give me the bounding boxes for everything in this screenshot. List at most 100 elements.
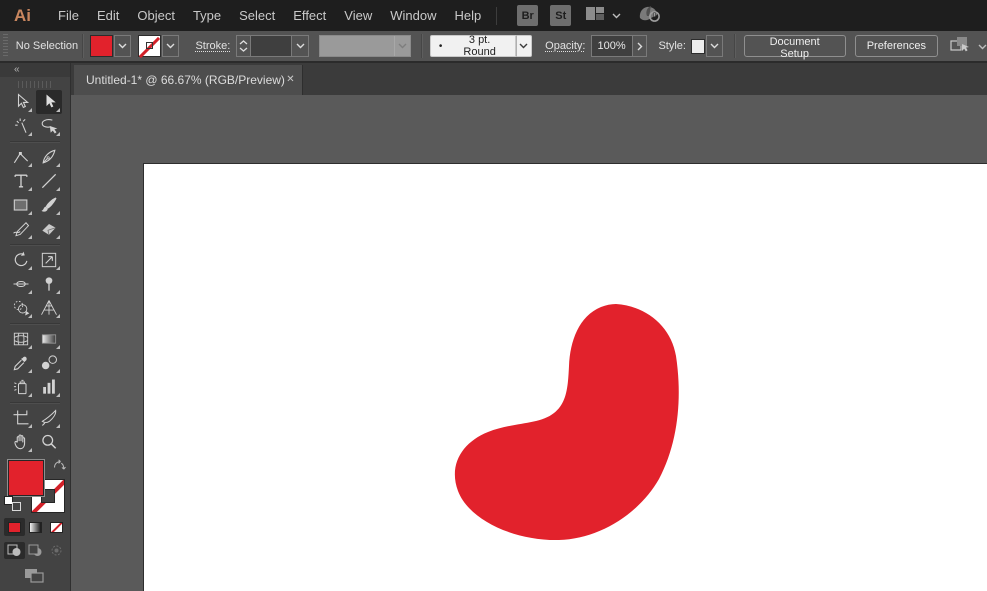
brush-definition-chevron[interactable] [516,35,532,57]
stock-button[interactable]: St [550,5,571,26]
magic-wand-tool[interactable] [8,114,34,138]
close-icon[interactable]: ✕ [285,72,296,88]
shape-builder-tool[interactable] [8,296,34,320]
eraser-tool[interactable] [36,217,62,241]
swap-fill-stroke-icon[interactable] [52,459,67,477]
draw-behind-button[interactable] [25,542,46,559]
opacity-label[interactable]: Opacity: [545,40,585,52]
puppet-warp-tool[interactable] [36,272,62,296]
tools-panel-grip[interactable] [18,81,52,88]
rotate-tool[interactable] [8,248,34,272]
draw-normal-button[interactable] [4,542,25,559]
arrange-panel-control[interactable] [950,36,987,57]
stroke-color-swatch[interactable] [138,35,161,57]
preferences-button[interactable]: Preferences [855,35,938,57]
hand-tool[interactable] [8,430,34,454]
tool-separator [10,323,60,324]
bridge-button[interactable]: Br [517,5,538,26]
stroke-weight-label[interactable]: Stroke: [195,40,230,52]
document-tab-bar: Untitled-1* @ 66.67% (RGB/Preview) ✕ [71,63,987,95]
style-label: Style: [658,40,686,52]
lasso-tool[interactable] [36,114,62,138]
chevron-down-icon [394,36,410,56]
column-graph-tool[interactable] [36,375,62,399]
menu-object[interactable]: Object [128,2,184,29]
draw-inside-button[interactable] [46,542,67,559]
fill-color-swatch[interactable] [90,35,113,57]
brush-preview-dot: • [439,41,443,52]
stroke-weight-stepper[interactable] [237,36,250,56]
gradient-tool[interactable] [36,327,62,351]
fill-color-control [90,35,131,57]
menu-effect[interactable]: Effect [284,2,335,29]
illustrator-window: Ai File Edit Object Type Select Effect V… [0,0,987,591]
menu-view[interactable]: View [335,2,381,29]
paint-mode-buttons [0,518,70,536]
stroke-weight-dropdown[interactable] [292,36,308,56]
symbol-sprayer-tool[interactable] [8,375,34,399]
line-segment-tool[interactable] [36,169,62,193]
blend-tool[interactable] [36,351,62,375]
brush-definition-value: 3 pt. Round [452,34,506,58]
menu-window[interactable]: Window [381,2,445,29]
graphic-style-dropdown[interactable] [706,35,722,57]
menu-type[interactable]: Type [184,2,230,29]
curvature-tool[interactable] [8,145,34,169]
collapse-panel-icon[interactable]: « [14,64,20,76]
stroke-weight-field[interactable] [250,36,292,56]
artboard-tool[interactable] [8,406,34,430]
sync-status[interactable] [637,3,663,28]
menu-select[interactable]: Select [230,2,284,29]
blob-shape[interactable] [455,304,679,540]
control-bar: No Selection Stroke: [0,31,987,63]
tool-separator [10,402,60,403]
fill-color-dropdown[interactable] [114,35,131,57]
document-tab-title: Untitled-1* @ 66.67% (RGB/Preview) [86,73,285,87]
artboard[interactable] [143,163,987,591]
none-button[interactable] [46,518,67,536]
width-tool[interactable] [8,272,34,296]
slice-tool[interactable] [36,406,62,430]
scale-tool[interactable] [36,248,62,272]
pencil-tool[interactable] [8,217,34,241]
canvas-area[interactable] [71,95,987,591]
tools-panel-header: « [0,63,70,77]
menu-file[interactable]: File [49,2,88,29]
paintbrush-tool[interactable] [36,193,62,217]
document-setup-button[interactable]: Document Setup [744,35,846,57]
stroke-color-dropdown[interactable] [162,35,179,57]
direct-selection-tool[interactable] [8,90,34,114]
fill-stroke-indicator [0,458,70,514]
pen-tool[interactable] [36,145,62,169]
stroke-color-control [138,35,179,57]
divider [734,34,735,58]
control-bar-grip[interactable] [3,34,8,58]
menu-help[interactable]: Help [445,2,490,29]
brush-definition-dropdown[interactable]: • 3 pt. Round [430,35,516,57]
sync-icon [637,3,663,28]
drawing-mode-buttons [0,542,70,559]
rectangle-tool[interactable] [8,193,34,217]
arrange-documents-icon [950,36,972,57]
mesh-tool[interactable] [8,327,34,351]
eyedropper-tool[interactable] [8,351,34,375]
opacity-expand-button[interactable] [633,35,647,57]
color-button[interactable] [4,518,25,536]
graphic-style-swatch[interactable] [691,39,705,54]
divider [421,34,422,58]
menu-edit[interactable]: Edit [88,2,128,29]
type-tool[interactable] [8,169,34,193]
screen-mode-icon[interactable] [24,568,45,586]
menu-bar: Ai File Edit Object Type Select Effect V… [0,0,987,31]
artwork-layer [144,164,987,591]
workspace-switcher[interactable] [585,6,621,26]
selection-tool[interactable] [36,90,62,114]
document-tab[interactable]: Untitled-1* @ 66.67% (RGB/Preview) ✕ [74,65,303,95]
gradient-button[interactable] [25,518,46,536]
default-fill-stroke-icon[interactable] [4,496,21,511]
perspective-grid-tool[interactable] [36,296,62,320]
zoom-tool[interactable] [36,430,62,454]
fill-indicator[interactable] [8,460,44,496]
tool-separator [10,141,60,142]
opacity-field[interactable]: 100% [591,35,634,57]
